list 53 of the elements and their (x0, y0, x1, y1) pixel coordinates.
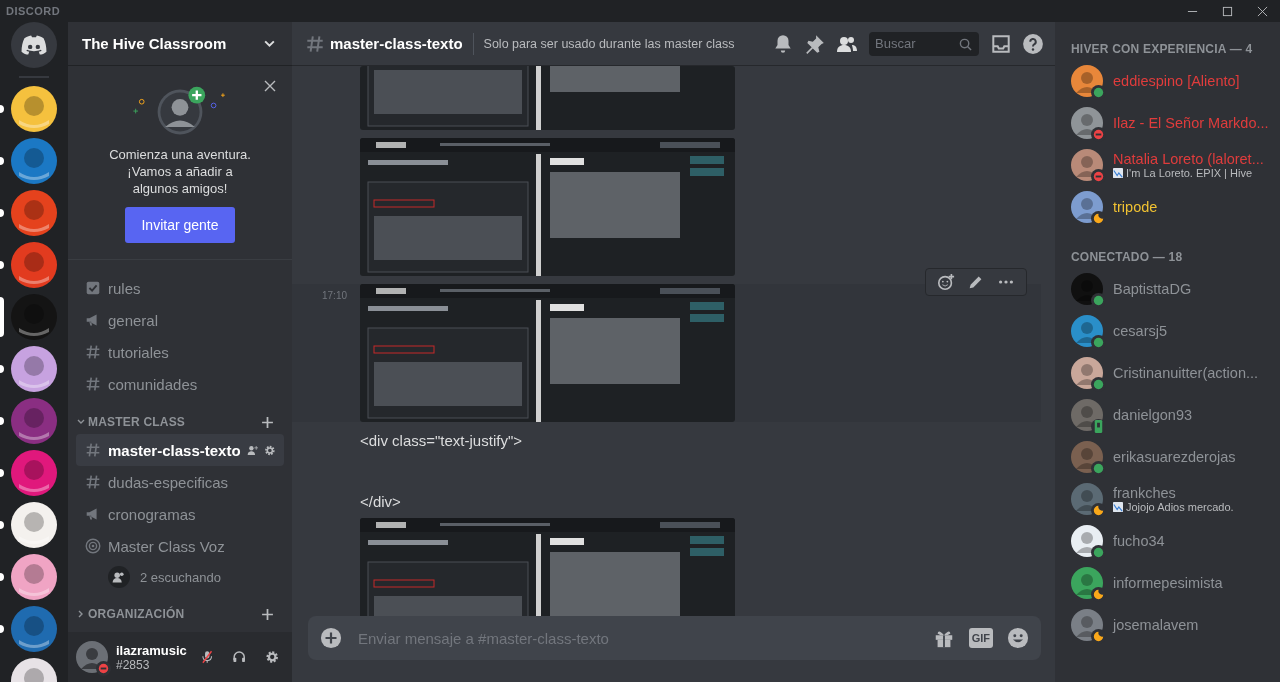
app-wordmark: DISCORD (6, 5, 61, 17)
member-item[interactable]: Natalia Loreto (laloret... I'm La Loreto. EPIX | Hive (1071, 144, 1272, 186)
channel-topic: Solo para ser usado durante las master class (483, 36, 735, 51)
member-name: frankches (1113, 485, 1177, 501)
message-time: 17:10 (322, 290, 348, 301)
channel-item[interactable]: tutoriales (76, 336, 284, 368)
channel-item[interactable]: cronogramas (76, 498, 284, 530)
category-header[interactable]: ORGANIZACIÓN (76, 602, 284, 626)
channel-item[interactable]: master-class-texto (76, 434, 284, 466)
member-name: Ilaz - El Señor Markdo... (1113, 115, 1269, 131)
member-name: fucho34 (1113, 533, 1165, 549)
member-name: informepesimista (1113, 575, 1223, 591)
channel-title: master-class-texto (330, 35, 463, 52)
member-item[interactable]: danielgon93 (1071, 394, 1272, 436)
member-item[interactable]: erikasuarezderojas (1071, 436, 1272, 478)
member-item[interactable]: fucho34 (1071, 520, 1272, 562)
member-group-heading: CONECTADO — 18 (1071, 250, 1184, 264)
member-item[interactable]: cesarsj5 (1071, 310, 1272, 352)
member-item[interactable]: BaptisttaDG (1071, 268, 1272, 310)
message-text: </div> (360, 493, 402, 510)
user-tag: #2853 (116, 657, 187, 672)
member-activity: I'm La Loreto. EPIX | Hive (1126, 167, 1252, 179)
member-name: josemalavem (1113, 617, 1199, 633)
member-item[interactable]: josemalavem (1071, 604, 1272, 646)
member-name: BaptisttaDG (1113, 281, 1192, 297)
channel-item[interactable]: Master Class Voz (76, 530, 284, 562)
member-name: tripode (1113, 199, 1158, 215)
channel-item[interactable]: dudas-especificas (76, 466, 284, 498)
member-item[interactable]: frankches Jojojo Adios mercado. (1071, 478, 1272, 520)
member-item[interactable]: Ilaz - El Señor Markdo... (1071, 102, 1272, 144)
channel-item[interactable]: rules (76, 272, 284, 304)
message-text: <div class="text-justify"> (360, 432, 523, 449)
member-name: erikasuarezderojas (1113, 449, 1236, 465)
member-group-heading: HIVER CON EXPERIENCIA — 4 (1071, 42, 1254, 56)
search-field[interactable]: Buscar (869, 31, 979, 56)
category-header[interactable]: MASTER CLASS (76, 410, 284, 434)
member-name: cesarsj5 (1113, 323, 1167, 339)
listener-count: 2 escuchando (140, 569, 221, 585)
member-name: eddiespino [Aliento] (1113, 73, 1240, 89)
member-name: danielgon93 (1113, 407, 1193, 423)
member-item[interactable]: informepesimista (1071, 562, 1272, 604)
invite-button[interactable]: Invitar gente (125, 207, 235, 243)
member-name: Natalia Loreto (laloret... (1113, 151, 1264, 167)
member-item[interactable]: tripode (1071, 186, 1272, 228)
member-activity: Jojojo Adios mercado. (1126, 501, 1234, 513)
gif-button[interactable]: GIF (968, 628, 993, 648)
member-name: Cristinanuitter(action... (1113, 365, 1259, 381)
member-item[interactable]: Cristinanuitter(action... (1071, 352, 1272, 394)
promo-text: Comienza una aventura. ¡Vamos a añadir a algunos amigos! (108, 146, 252, 197)
member-item[interactable]: eddiespino [Aliento] (1071, 60, 1272, 102)
channel-item[interactable]: general (76, 304, 284, 336)
username: ilazramusic (116, 642, 187, 658)
channel-item[interactable]: comunidades (76, 368, 284, 400)
